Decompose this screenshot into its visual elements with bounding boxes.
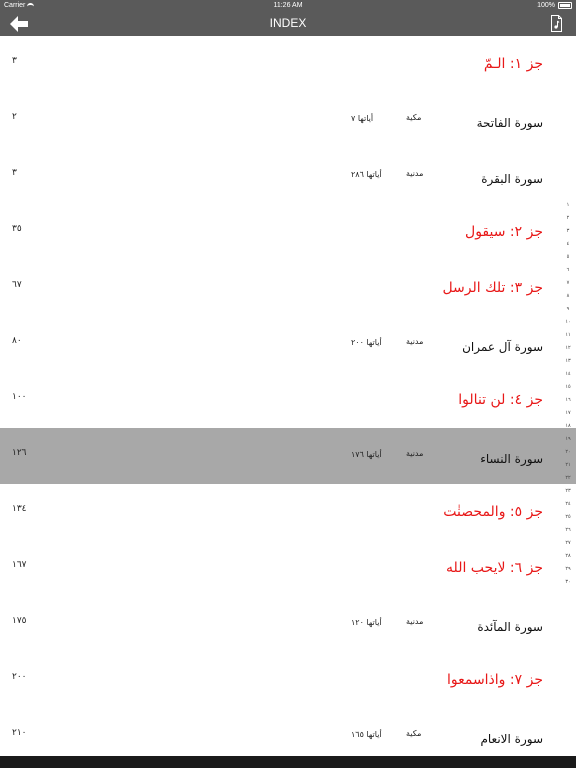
page-number: ١٢٦ [12, 448, 27, 458]
surah-title: سورة الفاتحة [476, 116, 543, 130]
surah-row[interactable]: ١٧٥ أياتها ١٢٠ مدنية سورة المآئدة [0, 596, 576, 652]
surah-row[interactable]: ٣ أياتها ٢٨٦ مدنية سورة البقرة [0, 148, 576, 204]
index-entry[interactable]: ٣٠ [560, 579, 576, 585]
page-number: ٦٧ [12, 280, 22, 290]
index-entry[interactable]: ٢٤ [560, 501, 576, 507]
ayat-count: أياتها ١٧٦ [351, 450, 382, 459]
juz-title: جز ٤: لن تنالوا [458, 392, 543, 408]
battery-percent: 100% [537, 2, 555, 9]
index-entry[interactable]: ٢٧ [560, 540, 576, 546]
index-entry[interactable]: ١٩ [560, 436, 576, 442]
index-entry[interactable]: ٢٥ [560, 514, 576, 520]
page-number: ٣ [12, 56, 17, 66]
ayat-count: أياتها ١٢٠ [351, 618, 382, 627]
surah-title: سورة النساء [480, 452, 543, 466]
index-entry[interactable]: ١٤ [560, 371, 576, 377]
index-entry[interactable]: ٥ [560, 254, 576, 260]
ayat-count: أياتها ٢٨٦ [351, 170, 382, 179]
index-entry[interactable]: ١ [560, 202, 576, 208]
juz-title: جز ٥: والمحصنٰت [443, 504, 543, 520]
document-icon[interactable] [551, 15, 562, 32]
surah-title: سورة آل عمران [462, 340, 543, 354]
bottom-bar [0, 756, 576, 768]
index-entry[interactable]: ٩ [560, 306, 576, 312]
index-entry[interactable]: ٢٨ [560, 553, 576, 559]
index-entry[interactable]: ٢٠ [560, 449, 576, 455]
ayat-count: أياتها ٧ [351, 114, 374, 123]
index-entry[interactable]: ١٢ [560, 345, 576, 351]
index-entry[interactable]: ٢٣ [560, 488, 576, 494]
index-entry[interactable]: ١٣ [560, 358, 576, 364]
juz-row[interactable]: ١٠٠ جز ٤: لن تنالوا [0, 372, 576, 428]
revelation-place: مكية [406, 729, 422, 738]
juz-row[interactable]: ١٣٤ جز ٥: والمحصنٰت [0, 484, 576, 540]
juz-title: جز ٧: واذاسمعوا [446, 672, 543, 688]
index-entry[interactable]: ١٨ [560, 423, 576, 429]
index-entry[interactable]: ١١ [560, 332, 576, 338]
revelation-place: مدنية [406, 337, 424, 346]
section-index-bar[interactable]: ١ ٢ ٣ ٤ ٥ ٦ ٧ ٨ ٩ ١٠ ١١ ١٢ ١٣ ١٤ ١٥ ١٦ ١٧ ١٨ ١٩ ٢٠ ٢١ ٢٢ ٢٣ ٢٤ ٢… [560, 202, 576, 592]
surah-row[interactable]: ١٢٦ أياتها ١٧٦ مدنية سورة النساء [0, 428, 576, 484]
revelation-place: مدنية [406, 617, 424, 626]
surah-row[interactable]: ٨٠ أياتها ٢٠٠ مدنية سورة آل عمران [0, 316, 576, 372]
ayat-count: أياتها ٢٠٠ [351, 338, 382, 347]
revelation-place: مدنية [406, 449, 424, 458]
page-title: INDEX [269, 16, 307, 30]
revelation-place: مكية [406, 113, 422, 122]
index-entry[interactable]: ٢ [560, 215, 576, 221]
status-bar: Carrier 11:26 AM 100% [0, 0, 576, 12]
index-entry[interactable]: ١٠ [560, 319, 576, 325]
juz-title: جز ٣: تلك الرسل [442, 280, 543, 296]
index-entry[interactable]: ٢٦ [560, 527, 576, 533]
page-number: ٢٠٠ [12, 672, 27, 682]
surah-title: سورة المآئدة [477, 620, 543, 634]
index-entry[interactable]: ٨ [560, 293, 576, 299]
index-entry[interactable]: ٦ [560, 267, 576, 273]
page-number: ١٧٥ [12, 616, 27, 626]
battery-indicator: 100% [537, 2, 572, 9]
index-entry[interactable]: ٣ [560, 228, 576, 234]
juz-row[interactable]: ١٦٧ جز ٦: لايحب الله [0, 540, 576, 596]
page-number: ٣ [12, 168, 17, 178]
index-list: ٣ جز ١: الـمّ ٢ أياتها ٧ مكية سورة الفاتحة ٣ أي… [0, 36, 576, 764]
juz-row[interactable]: ٢٠٠ جز ٧: واذاسمعوا [0, 652, 576, 708]
index-entry[interactable]: ١٥ [560, 384, 576, 390]
page-number: ١٠٠ [12, 392, 27, 402]
battery-icon [558, 2, 572, 9]
surah-title: سورة البقرة [481, 172, 543, 186]
juz-title: جز ٢: سيقول [465, 224, 543, 240]
page-number: ٣٥ [12, 224, 22, 234]
navigation-bar: INDEX [0, 12, 576, 36]
index-entry[interactable]: ٧ [560, 280, 576, 286]
juz-row[interactable]: ٣ جز ١: الـمّ [0, 36, 576, 92]
juz-title: جز ٦: لايحب الله [446, 560, 543, 576]
index-entry[interactable]: ٢٩ [560, 566, 576, 572]
index-entry[interactable]: ٤ [560, 241, 576, 247]
page-number: ٢ [12, 112, 17, 122]
index-entry[interactable]: ٢٢ [560, 475, 576, 481]
juz-row[interactable]: ٦٧ جز ٣: تلك الرسل [0, 260, 576, 316]
index-entry[interactable]: ٢١ [560, 462, 576, 468]
page-number: ٢١٠ [12, 728, 27, 738]
index-entry[interactable]: ١٧ [560, 410, 576, 416]
surah-row[interactable]: ٢ أياتها ٧ مكية سورة الفاتحة [0, 92, 576, 148]
page-number: ١٦٧ [12, 560, 27, 570]
surah-title: سورة الانعام [480, 732, 543, 746]
page-number: ٨٠ [12, 336, 22, 346]
index-entry[interactable]: ١٦ [560, 397, 576, 403]
juz-row[interactable]: ٣٥ جز ٢: سيقول [0, 204, 576, 260]
juz-title: جز ١: الـمّ [483, 56, 543, 72]
revelation-place: مدنية [406, 169, 424, 178]
status-time: 11:26 AM [273, 2, 303, 9]
ayat-count: أياتها ١٦٥ [351, 730, 382, 739]
page-number: ١٣٤ [12, 504, 27, 514]
